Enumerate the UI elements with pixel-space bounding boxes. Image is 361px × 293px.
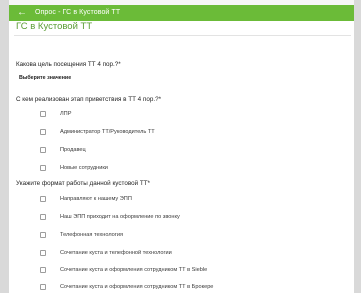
option-label: Продавец [60, 147, 86, 153]
option-seller[interactable]: Продавец [40, 146, 86, 154]
checkbox[interactable] [40, 250, 46, 256]
checkbox[interactable] [40, 111, 46, 117]
checkbox[interactable] [40, 165, 46, 171]
arrow-left-icon[interactable]: ← [9, 5, 35, 21]
option-lpr[interactable]: ЛПР [40, 110, 71, 118]
option-label: Администратор ТТ/Руководитель ТТ [60, 129, 155, 135]
section-divider [14, 35, 351, 36]
option-label: Сочетание куста и телефонной технологии [60, 250, 172, 256]
app-window: ← Опрос - ГС в Кустовой ТТ ГС в Кустовой… [9, 0, 354, 293]
checkbox[interactable] [40, 147, 46, 153]
option-label: Телефонная технология [60, 232, 123, 238]
checkbox[interactable] [40, 232, 46, 238]
checkbox[interactable] [40, 129, 46, 135]
option-phone-technology[interactable]: Телефонная технология [40, 231, 123, 239]
visit-purpose-select[interactable]: Выберите значение [19, 75, 71, 82]
option-label: Наш ЭПП приходит на оформление по звонку [60, 214, 180, 220]
question-greeting-stage: С кем реализован этап приветствия в ТТ 4… [16, 96, 162, 103]
checkbox[interactable] [40, 196, 46, 202]
checkbox[interactable] [40, 284, 46, 290]
checkbox[interactable] [40, 267, 46, 273]
section-title: ГС в Кустовой ТТ [16, 21, 93, 32]
question-work-format: Укажите формат работы данной кустовой ТТ… [16, 180, 151, 187]
option-label: Направляют к нашему ЭПП [60, 196, 132, 202]
option-epp-on-call[interactable]: Наш ЭПП приходит на оформление по звонку [40, 213, 180, 221]
page-title: Опрос - ГС в Кустовой ТТ [35, 9, 121, 16]
question-visit-purpose: Какова цель посещения ТТ 4 пор.?* [16, 61, 121, 68]
option-label: Новые сотрудники [60, 165, 108, 171]
checkbox[interactable] [40, 214, 46, 220]
option-cluster-broker[interactable]: Сочетание куста и оформления сотрудником… [40, 283, 213, 291]
option-label: Сочетание куста и оформления сотрудником… [60, 284, 214, 290]
option-administrator[interactable]: Администратор ТТ/Руководитель ТТ [40, 128, 155, 136]
option-cluster-siebel[interactable]: Сочетание куста и оформления сотрудником… [40, 266, 207, 274]
option-direct-to-epp[interactable]: Направляют к нашему ЭПП [40, 195, 132, 203]
option-label: ЛПР [60, 111, 72, 117]
app-header: ← Опрос - ГС в Кустовой ТТ [9, 5, 354, 21]
option-cluster-and-phone[interactable]: Сочетание куста и телефонной технологии [40, 249, 172, 257]
option-new-employees[interactable]: Новые сотрудники [40, 164, 108, 172]
option-label: Сочетание куста и оформления сотрудником… [60, 267, 208, 273]
